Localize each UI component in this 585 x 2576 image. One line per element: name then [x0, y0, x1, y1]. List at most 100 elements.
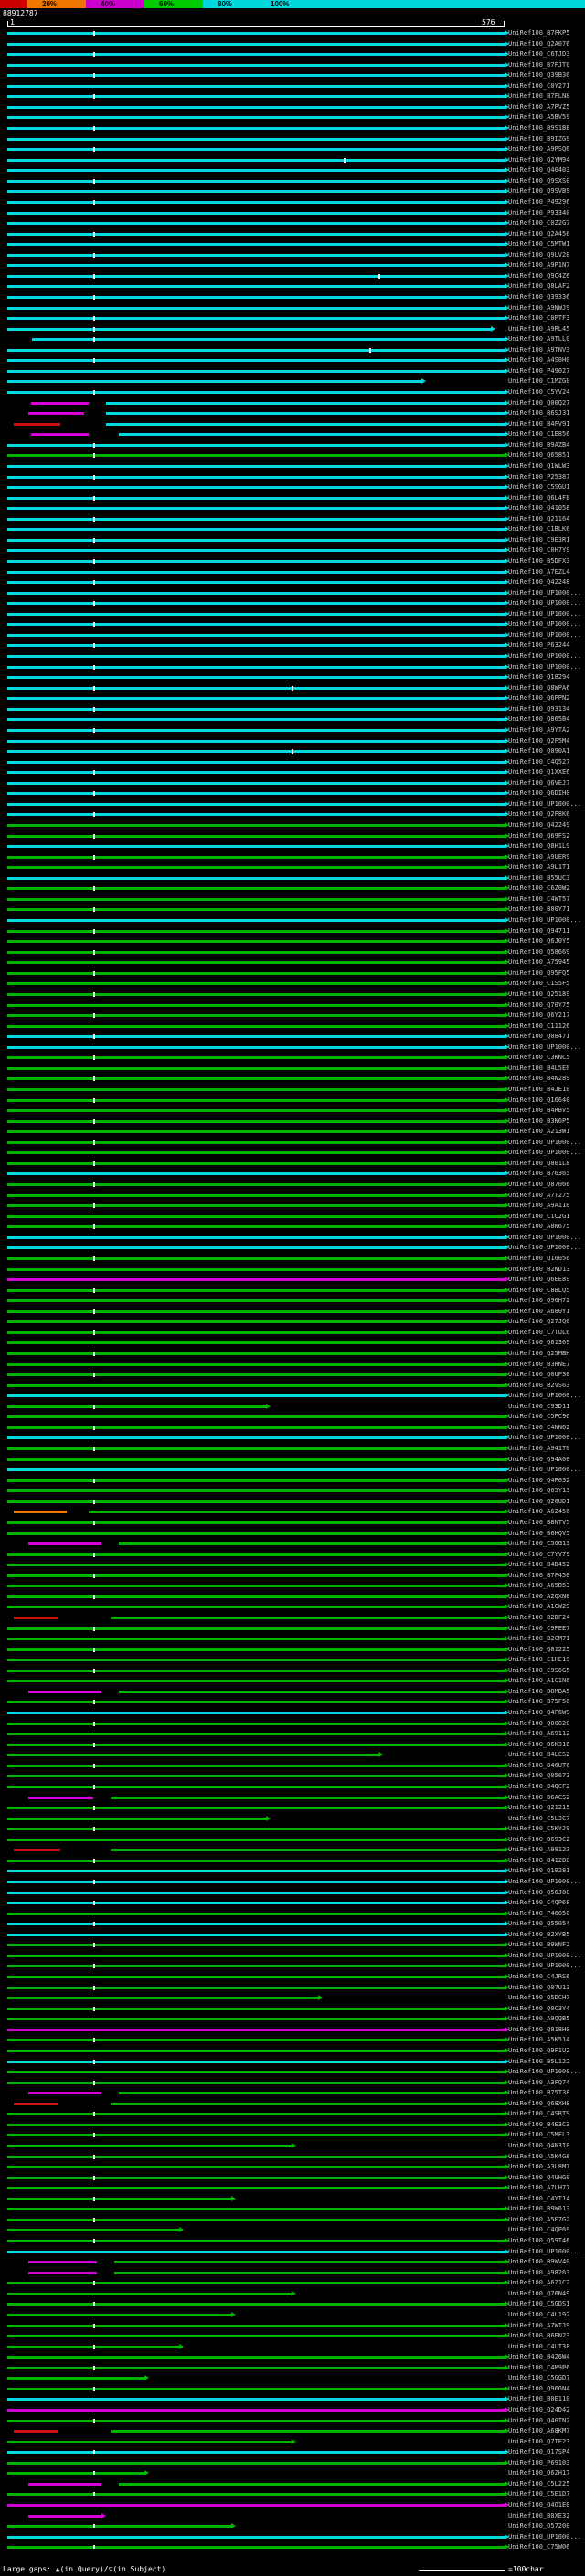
hit-bar[interactable] [7, 116, 505, 119]
hit-label[interactable]: UniRef100_A3FQ74 [508, 2078, 569, 2088]
hit-label[interactable]: UniRef100_Q21164 [508, 514, 569, 525]
hit-bar[interactable] [7, 2398, 505, 2401]
hit-label[interactable]: UniRef100_A5K514 [508, 2035, 569, 2045]
hit-label[interactable]: UniRef100_Q76N49 [508, 2289, 569, 2299]
hit-label[interactable]: UniRef100_A9NWJ9 [508, 303, 569, 313]
hit-label[interactable]: UniRef100_UP1000... [508, 916, 581, 926]
hit-bar[interactable] [7, 233, 505, 236]
hit-bar[interactable] [14, 1511, 68, 1513]
hit-bar[interactable] [28, 2092, 101, 2094]
hit-label[interactable]: UniRef100_B5DFX3 [508, 557, 569, 567]
hit-label[interactable]: UniRef100_Q08471 [508, 1032, 569, 1042]
hit-bar[interactable] [14, 2430, 58, 2433]
hit-bar[interactable] [7, 919, 505, 922]
hit-label[interactable]: UniRef100_Q8WPA6 [508, 684, 569, 694]
hit-label[interactable]: UniRef100_Q6Y217 [508, 1011, 569, 1021]
hit-label[interactable]: UniRef100_Q4N3I0 [508, 2141, 569, 2151]
hit-label[interactable]: UniRef100_A9QQB5 [508, 2014, 569, 2024]
hit-label[interactable]: UniRef100_C1HE19 [508, 1655, 569, 1665]
hit-label[interactable]: UniRef100_A75945 [508, 958, 569, 968]
hit-label[interactable]: UniRef100_B8MBA5 [508, 1687, 569, 1697]
hit-bar[interactable] [7, 1754, 378, 1756]
hit-label[interactable]: UniRef100_Q07U13 [508, 1983, 569, 1993]
hit-bar[interactable] [7, 951, 505, 954]
hit-label[interactable]: UniRef100_C7TUL6 [508, 1328, 569, 1338]
hit-bar[interactable] [7, 212, 505, 215]
hit-label[interactable]: UniRef100_Q61369 [508, 1338, 569, 1348]
hit-label[interactable]: UniRef100_A9PSQ6 [508, 144, 569, 154]
hit-bar[interactable] [7, 2082, 505, 2084]
hit-bar[interactable] [28, 1797, 93, 1799]
hit-label[interactable]: UniRef100_A213W1 [508, 1127, 569, 1137]
hit-bar[interactable] [7, 2240, 505, 2242]
hit-label[interactable]: UniRef100_UP1000... [508, 610, 581, 620]
hit-label[interactable]: UniRef100_A7EZL4 [508, 567, 569, 578]
hit-label[interactable]: UniRef100_A4S0H0 [508, 355, 569, 366]
hit-label[interactable]: UniRef100_Q8H1L9 [508, 842, 569, 852]
hit-label[interactable]: UniRef100_Q4P032 [508, 1476, 569, 1486]
hit-bar[interactable] [7, 317, 505, 320]
hit-bar[interactable] [7, 2050, 505, 2052]
hit-bar[interactable] [7, 1786, 505, 1788]
hit-bar[interactable] [7, 602, 505, 605]
hit-label[interactable]: UniRef100_C4JRS6 [508, 1972, 569, 1982]
hit-bar[interactable] [7, 1521, 505, 1524]
hit-bar[interactable] [7, 1352, 505, 1355]
hit-bar[interactable] [7, 1384, 505, 1387]
hit-bar[interactable] [7, 1765, 505, 1767]
hit-bar[interactable] [111, 2430, 505, 2433]
hit-bar[interactable] [7, 201, 505, 204]
hit-label[interactable]: UniRef100_Q25MBH [508, 1349, 569, 1359]
hit-label[interactable]: UniRef100_Q39336 [508, 292, 569, 302]
hit-bar[interactable] [7, 444, 505, 447]
hit-label[interactable]: UniRef100_A5BV59 [508, 112, 569, 122]
hit-bar[interactable] [7, 1088, 505, 1091]
hit-bar[interactable] [7, 1162, 505, 1165]
hit-bar[interactable] [7, 803, 505, 806]
hit-bar[interactable] [7, 740, 505, 743]
hit-bar[interactable] [7, 1310, 505, 1313]
hit-label[interactable]: UniRef100_C5E1D7 [508, 2489, 569, 2499]
hit-label[interactable]: UniRef100_C93D11 [508, 1402, 569, 1412]
hit-label[interactable]: UniRef100_Q2F5M4 [508, 737, 569, 747]
hit-label[interactable]: UniRef100_A62456 [508, 1507, 569, 1517]
hit-bar[interactable] [7, 2367, 505, 2369]
hit-label[interactable]: UniRef100_A9UER9 [508, 853, 569, 863]
hit-label[interactable]: UniRef100_C5SGU1 [508, 482, 569, 493]
hit-bar[interactable] [106, 412, 505, 415]
hit-bar[interactable] [7, 1373, 505, 1376]
hit-label[interactable]: UniRef100_B75T38 [508, 2088, 569, 2098]
hit-bar[interactable] [32, 338, 505, 341]
hit-label[interactable]: UniRef100_A9TLL0 [508, 334, 569, 345]
hit-label[interactable]: UniRef100_Q2F8K6 [508, 810, 569, 820]
hit-bar[interactable] [7, 2208, 505, 2210]
hit-label[interactable]: UniRef100_Q42248 [508, 578, 569, 588]
hit-bar[interactable] [7, 539, 505, 542]
hit-bar[interactable] [14, 2103, 58, 2105]
hit-label[interactable]: UniRef100_B46UT6 [508, 1761, 569, 1771]
hit-bar[interactable] [7, 138, 505, 141]
hit-bar[interactable] [7, 148, 505, 151]
hit-label[interactable]: UniRef100_A941T0 [508, 1444, 569, 1454]
hit-label[interactable]: UniRef100_Q24D42 [508, 2405, 569, 2415]
hit-bar[interactable] [7, 307, 505, 310]
hit-bar[interactable] [119, 1542, 505, 1545]
hit-bar[interactable] [111, 2103, 505, 2105]
hit-bar[interactable] [7, 1405, 266, 1408]
hit-bar[interactable] [7, 1913, 505, 1915]
hit-label[interactable]: UniRef100_C4SRT9 [508, 2109, 569, 2119]
hit-bar[interactable] [7, 2409, 505, 2412]
hit-label[interactable]: UniRef100_Q6VEJ7 [508, 779, 569, 789]
hit-bar[interactable] [7, 813, 505, 816]
hit-bar[interactable] [7, 2462, 505, 2465]
hit-label[interactable]: UniRef100_B9WV40 [508, 2257, 569, 2267]
hit-label[interactable]: UniRef100_C4Q527 [508, 758, 569, 768]
hit-label[interactable]: UniRef100_B4N289 [508, 1074, 569, 1084]
hit-bar[interactable] [7, 1723, 505, 1725]
hit-label[interactable]: UniRef100_Q1XXE6 [508, 768, 569, 778]
hit-label[interactable]: UniRef100_B6EN23 [508, 2331, 569, 2341]
hit-bar[interactable] [7, 634, 505, 637]
hit-bar[interactable] [7, 1595, 505, 1598]
hit-bar[interactable] [119, 2483, 505, 2486]
hit-bar[interactable] [7, 85, 505, 88]
